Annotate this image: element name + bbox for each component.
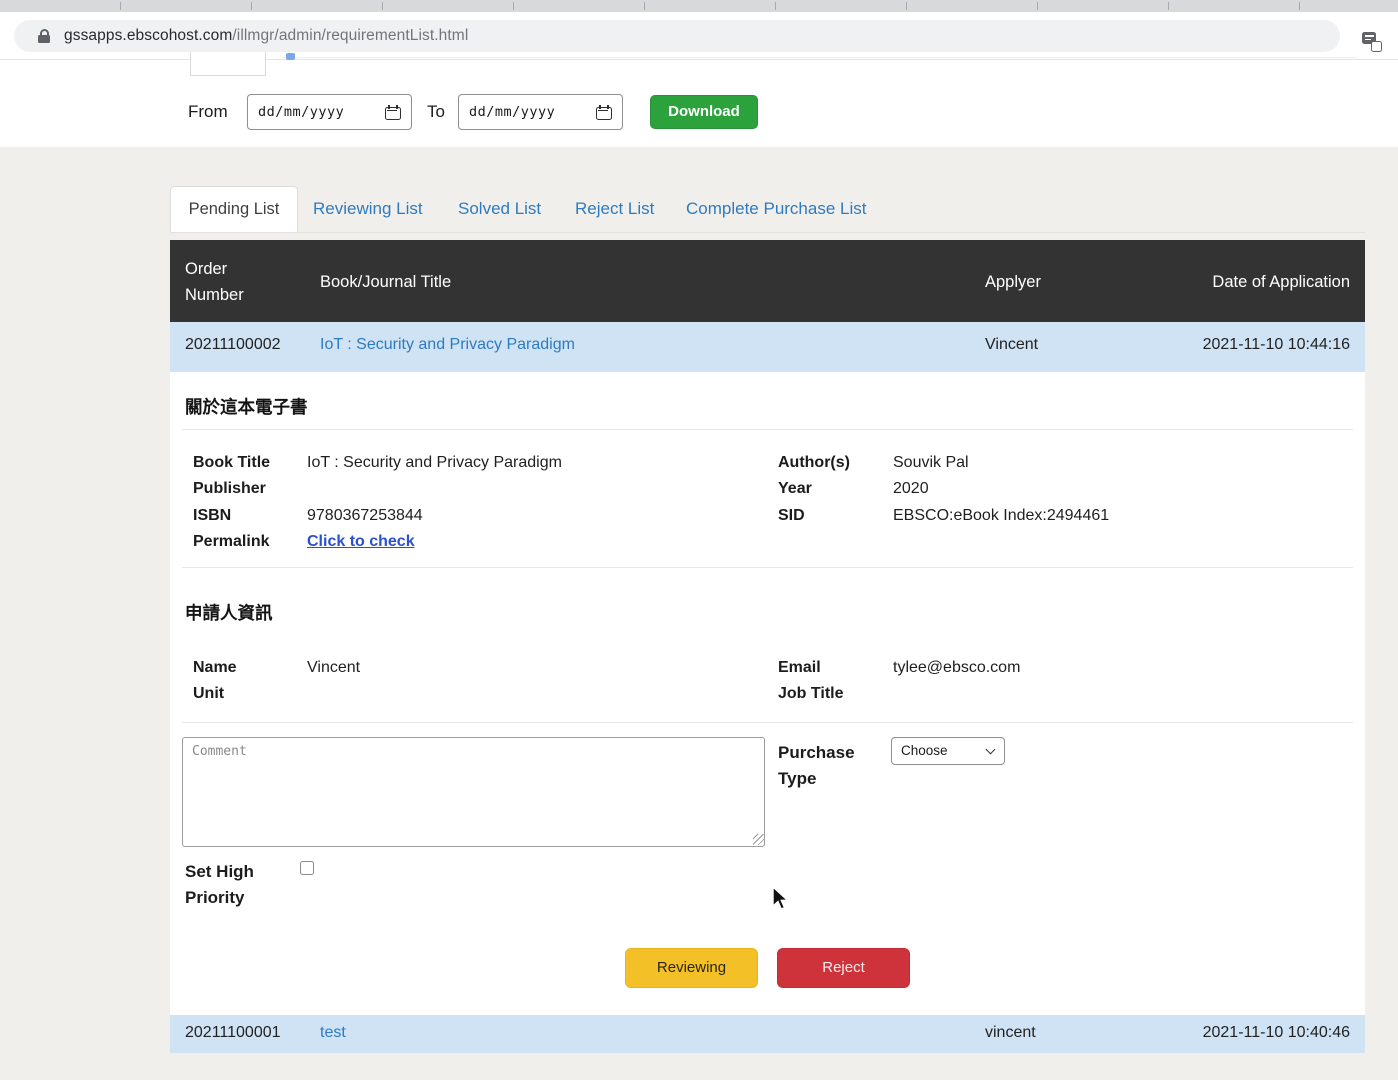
- row-detail-panel: 關於這本電子書 Book Title IoT : Security and Pr…: [170, 372, 1365, 1015]
- browser-tab-strip[interactable]: [0, 0, 1398, 12]
- row-order-number: 20211100002: [185, 336, 281, 354]
- from-date-input[interactable]: dd/mm/yyyy: [247, 94, 412, 130]
- permalink-label: Permalink: [193, 529, 303, 555]
- applicant-section-title: 申請人資訊: [185, 600, 273, 625]
- tab-reviewing-list[interactable]: Reviewing List: [313, 199, 423, 219]
- tab-reject-list[interactable]: Reject List: [575, 199, 654, 219]
- calendar-icon[interactable]: [596, 105, 612, 120]
- row-applyer: vincent: [985, 1024, 1036, 1042]
- table-header: Order Number Book/Journal Title Applyer …: [170, 240, 1365, 322]
- book-title-value: IoT : Security and Privacy Paradigm: [307, 450, 562, 476]
- from-label: From: [188, 102, 228, 122]
- divider: [182, 567, 1353, 568]
- year-value: 2020: [893, 476, 929, 502]
- lock-icon[interactable]: [38, 29, 50, 43]
- table-row[interactable]: 20211100001 test vincent 2021-11-10 10:4…: [170, 1015, 1365, 1053]
- partial-cutoff-field: [190, 52, 266, 76]
- purchase-type-label: Purchase Type: [778, 740, 873, 792]
- name-value: Vincent: [307, 655, 360, 681]
- divider: [182, 429, 1353, 430]
- screenshot-root: gssapps.ebscohost.com/illmgr/admin/requi…: [0, 0, 1398, 1080]
- row-order-number: 20211100001: [185, 1024, 281, 1042]
- url-text[interactable]: gssapps.ebscohost.com/illmgr/admin/requi…: [64, 27, 468, 45]
- unit-label: Unit: [193, 681, 303, 707]
- row-title-link[interactable]: IoT : Security and Privacy Paradigm: [320, 336, 575, 354]
- address-bar[interactable]: gssapps.ebscohost.com/illmgr/admin/requi…: [14, 20, 1340, 52]
- column-applyer: Applyer: [985, 269, 1041, 295]
- divider-line: [283, 57, 1357, 58]
- calendar-icon[interactable]: [385, 105, 401, 120]
- sid-value: EBSCO:eBook Index:2494461: [893, 503, 1109, 529]
- table-row[interactable]: 20211100002 IoT : Security and Privacy P…: [170, 322, 1365, 372]
- to-label: To: [427, 102, 445, 122]
- publisher-label: Publisher: [193, 476, 303, 502]
- column-order-number: Order Number: [185, 256, 280, 308]
- url-domain: gssapps.ebscohost.com: [64, 27, 232, 44]
- year-label: Year: [778, 476, 888, 502]
- authors-label: Author(s): [778, 450, 888, 476]
- reject-button[interactable]: Reject: [777, 948, 910, 988]
- to-date-placeholder: dd/mm/yyyy: [469, 104, 596, 120]
- tab-complete-purchase-list[interactable]: Complete Purchase List: [686, 199, 866, 219]
- translate-icon[interactable]: [1362, 32, 1382, 52]
- book-section-title: 關於這本電子書: [185, 394, 308, 419]
- partial-cutoff-link: [286, 53, 295, 60]
- reviewing-button[interactable]: Reviewing: [625, 948, 758, 988]
- to-date-input[interactable]: dd/mm/yyyy: [458, 94, 623, 130]
- column-date: Date of Application: [1212, 269, 1350, 295]
- purchase-type-select[interactable]: Choose: [891, 737, 1005, 765]
- high-priority-checkbox[interactable]: [300, 861, 314, 875]
- chevron-down-icon: [986, 745, 996, 755]
- sid-label: SID: [778, 503, 888, 529]
- row-date: 2021-11-10 10:40:46: [1203, 1024, 1350, 1042]
- url-path: /illmgr/admin/requirementList.html: [232, 27, 468, 44]
- purchase-type-value: Choose: [901, 743, 948, 758]
- permalink-link[interactable]: Click to check: [307, 529, 415, 555]
- book-title-label: Book Title: [193, 450, 303, 476]
- comment-textarea[interactable]: [182, 737, 765, 847]
- email-label: Email: [778, 655, 888, 681]
- textarea-resize-handle[interactable]: [753, 834, 764, 845]
- job-title-label: Job Title: [778, 681, 888, 707]
- isbn-value: 9780367253844: [307, 503, 423, 529]
- row-title-link[interactable]: test: [320, 1024, 346, 1042]
- tab-solved-list[interactable]: Solved List: [458, 199, 541, 219]
- divider: [182, 722, 1353, 723]
- name-label: Name: [193, 655, 303, 681]
- row-date: 2021-11-10 10:44:16: [1203, 336, 1350, 354]
- column-title: Book/Journal Title: [320, 269, 451, 295]
- email-value: tylee@ebsco.com: [893, 655, 1020, 681]
- tabs-underline: [170, 232, 1365, 233]
- row-applyer: Vincent: [985, 336, 1038, 354]
- isbn-label: ISBN: [193, 503, 303, 529]
- download-button[interactable]: Download: [650, 95, 758, 129]
- from-date-placeholder: dd/mm/yyyy: [258, 104, 385, 120]
- authors-value: Souvik Pal: [893, 450, 969, 476]
- high-priority-label: Set High Priority: [185, 859, 267, 911]
- tab-pending-list[interactable]: Pending List: [170, 186, 298, 233]
